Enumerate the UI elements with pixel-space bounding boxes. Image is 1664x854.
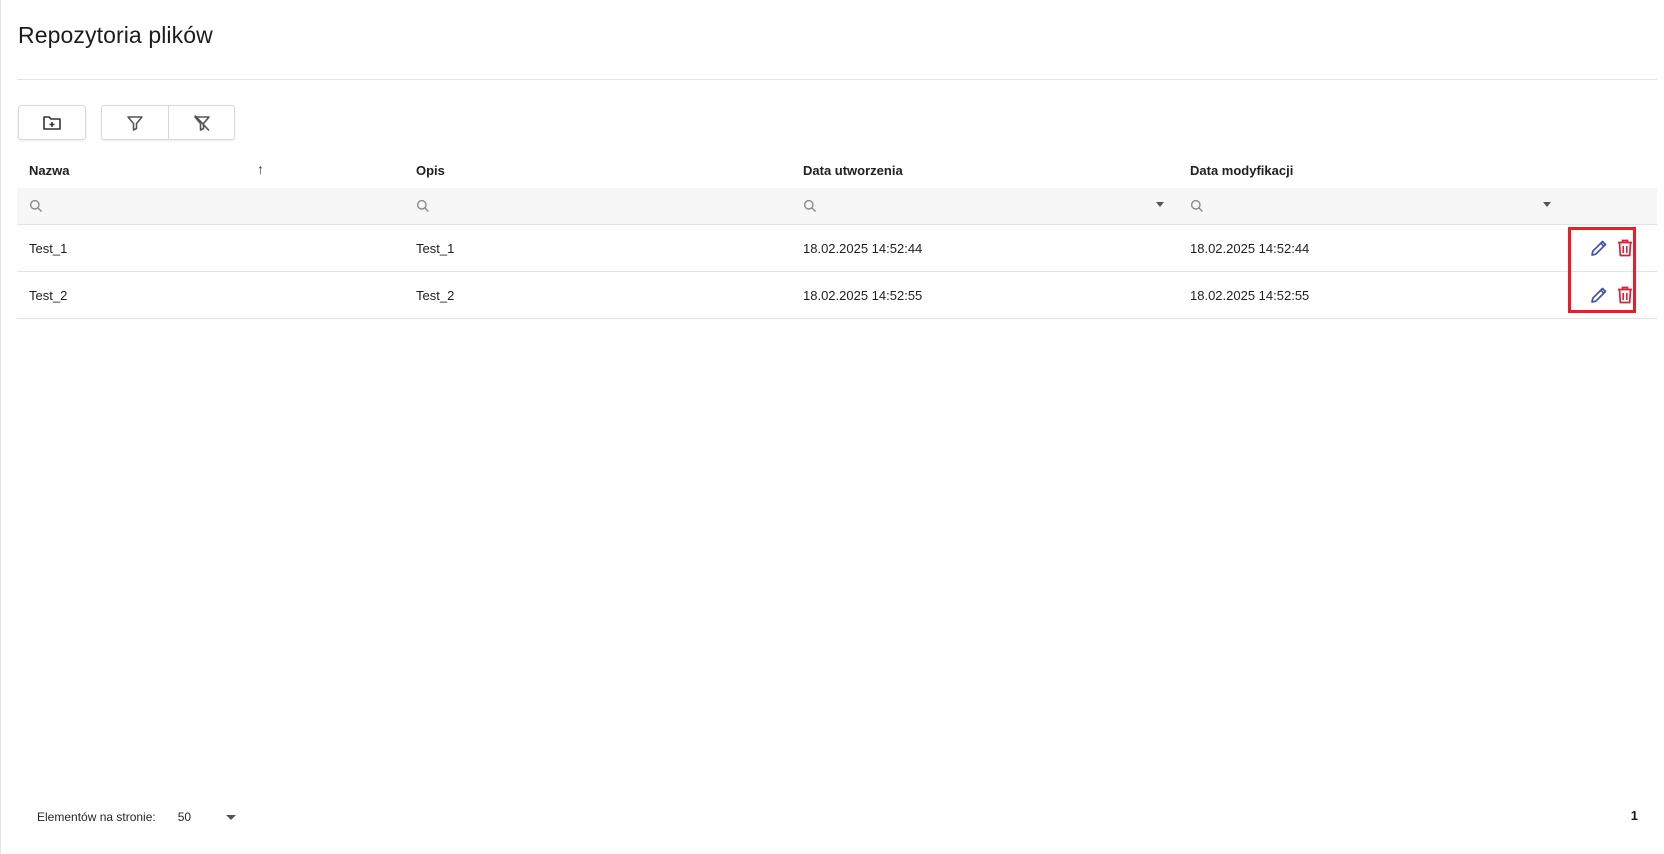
row-created: 18.02.2025 14:52:55 <box>803 287 923 303</box>
pagination: Elementów na stronie: 50 <box>37 805 236 829</box>
page: Repozytoria plików Nazwa ↑ Opis Data utw… <box>0 0 1664 854</box>
page-size-select[interactable]: 50 <box>178 810 236 824</box>
clear-filter-button[interactable] <box>168 106 234 139</box>
row-name: Test_2 <box>29 287 68 303</box>
column-header-label: Nazwa <box>29 162 70 178</box>
row-modified: 18.02.2025 14:52:44 <box>1190 240 1310 256</box>
filter-cell-name <box>17 188 404 224</box>
folder-plus-icon <box>43 115 61 130</box>
filter-icon <box>127 115 143 131</box>
page-title: Repozytoria plików <box>18 22 213 48</box>
table-row[interactable]: Test_1 Test_1 18.02.2025 14:52:44 18.02.… <box>17 225 1657 272</box>
cell-created: 18.02.2025 14:52:44 <box>791 225 1178 271</box>
filter-button[interactable] <box>102 106 168 139</box>
column-header-label: Data modyfikacji <box>1190 162 1294 178</box>
page-size-label: Elementów na stronie: <box>37 810 156 824</box>
title-divider <box>17 79 1657 80</box>
delete-button[interactable] <box>1614 284 1636 306</box>
delete-button[interactable] <box>1614 237 1636 259</box>
add-repository-button[interactable] <box>19 106 85 139</box>
name-filter-input[interactable] <box>49 197 353 215</box>
row-modified: 18.02.2025 14:52:55 <box>1190 287 1310 303</box>
toolbar-group-add <box>18 105 86 140</box>
column-header-label: Opis <box>416 162 445 178</box>
description-filter-input[interactable] <box>436 197 740 215</box>
created-filter-input[interactable] <box>823 197 1127 215</box>
search-icon <box>803 199 816 212</box>
row-name: Test_1 <box>29 240 68 256</box>
cell-description: Test_1 <box>404 225 791 271</box>
edit-button[interactable] <box>1588 284 1610 306</box>
table-header: Nazwa ↑ Opis Data utworzenia Data modyfi… <box>17 152 1657 188</box>
cell-description: Test_2 <box>404 272 791 318</box>
repository-table: Nazwa ↑ Opis Data utworzenia Data modyfi… <box>17 152 1657 319</box>
chevron-down-icon <box>225 814 236 820</box>
column-header-created[interactable]: Data utworzenia <box>791 152 1178 188</box>
filter-clear-icon <box>193 114 210 131</box>
filter-cell-created <box>791 188 1178 224</box>
column-header-name[interactable]: Nazwa ↑ <box>17 152 404 188</box>
pencil-icon <box>1591 287 1607 303</box>
table-row[interactable]: Test_2 Test_2 18.02.2025 14:52:55 18.02.… <box>17 272 1657 319</box>
cell-name: Test_2 <box>17 272 404 318</box>
cell-modified: 18.02.2025 14:52:44 <box>1178 225 1565 271</box>
page-number-button[interactable]: 1 <box>1631 808 1638 823</box>
row-actions <box>1588 272 1648 318</box>
cell-created: 18.02.2025 14:52:55 <box>791 272 1178 318</box>
filter-cell-description <box>404 188 791 224</box>
modified-filter-input[interactable] <box>1210 197 1514 215</box>
row-description: Test_1 <box>416 240 455 256</box>
filter-row <box>17 188 1657 225</box>
column-header-description[interactable]: Opis <box>404 152 791 188</box>
pencil-icon <box>1591 240 1607 256</box>
filter-cell-actions <box>1565 188 1657 224</box>
page-size-value: 50 <box>177 810 192 824</box>
sort-ascending-icon[interactable]: ↑ <box>257 161 264 177</box>
column-header-modified[interactable]: Data modyfikacji <box>1178 152 1565 188</box>
search-icon <box>416 199 429 212</box>
toolbar-group-filter <box>101 105 235 140</box>
search-icon <box>1190 199 1203 212</box>
cell-modified: 18.02.2025 14:52:55 <box>1178 272 1565 318</box>
search-icon <box>29 199 42 212</box>
row-created: 18.02.2025 14:52:44 <box>803 240 923 256</box>
row-description: Test_2 <box>416 287 455 303</box>
cell-name: Test_1 <box>17 225 404 271</box>
column-header-label: Data utworzenia <box>803 162 903 178</box>
chevron-down-icon[interactable] <box>1156 202 1164 207</box>
row-actions <box>1588 225 1648 271</box>
column-header-actions <box>1565 152 1657 188</box>
trash-icon <box>1618 286 1632 304</box>
edit-button[interactable] <box>1588 237 1610 259</box>
trash-icon <box>1618 239 1632 257</box>
chevron-down-icon[interactable] <box>1543 202 1551 207</box>
filter-cell-modified <box>1178 188 1565 224</box>
